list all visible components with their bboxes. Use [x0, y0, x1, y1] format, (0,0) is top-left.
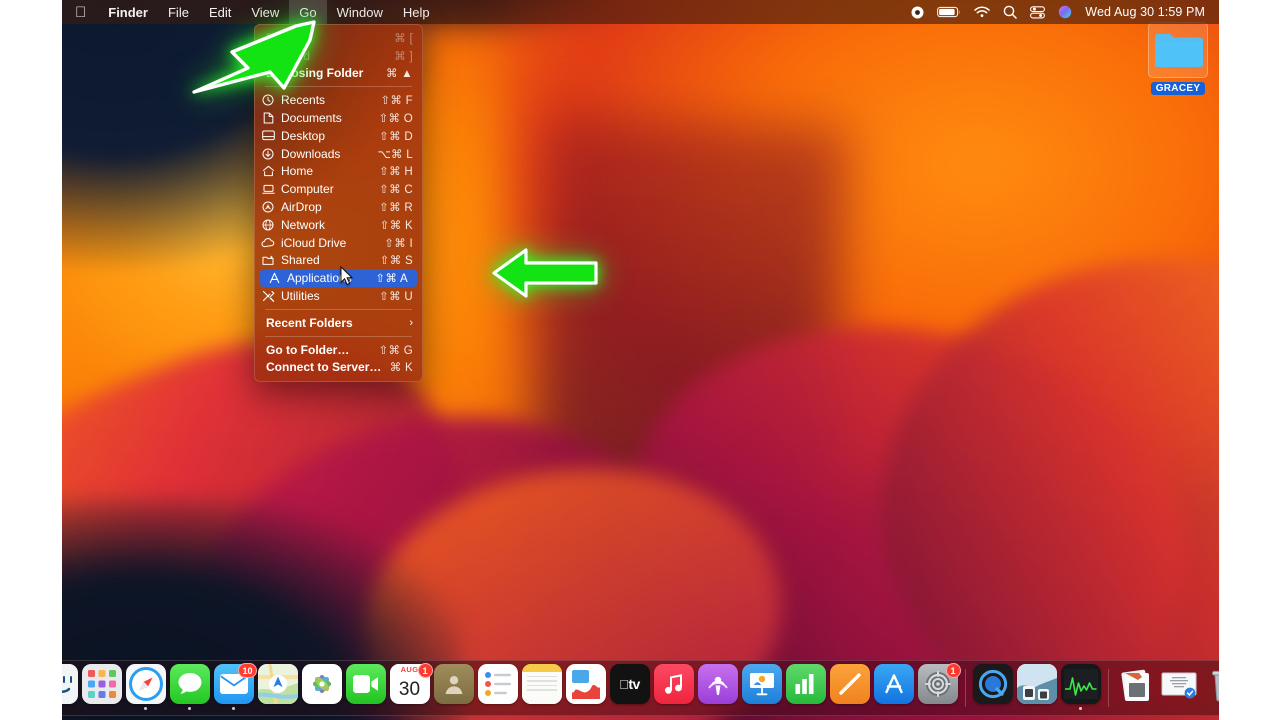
wifi-icon[interactable]: [974, 6, 991, 18]
menu-item-desktop[interactable]: Desktop ⇧⌘ D: [255, 127, 422, 145]
menu-window[interactable]: Window: [327, 0, 393, 24]
airdrop-icon: [260, 200, 276, 214]
menu-item-recent-folders[interactable]: Recent Folders ›: [255, 314, 422, 332]
settings-badge: 1: [945, 663, 961, 678]
menu-item-icloud-drive[interactable]: iCloud Drive ⇧⌘ I: [255, 234, 422, 252]
dock-item-numbers[interactable]: [784, 664, 828, 712]
menu-item-computer[interactable]: Computer ⇧⌘ C: [255, 180, 422, 198]
siri-icon[interactable]: [1058, 5, 1072, 19]
menu-item-recents[interactable]: Recents ⇧⌘ F: [255, 91, 422, 109]
desktop-folder-gracey[interactable]: GRACEY: [1140, 22, 1216, 96]
dock-item-image-capture[interactable]: [1015, 664, 1059, 712]
screen:  Finder File Edit View Go Window Help: [0, 0, 1280, 720]
menu-bar:  Finder File Edit View Go Window Help: [62, 0, 1219, 24]
menu-item-utilities[interactable]: Utilities ⇧⌘ U: [255, 287, 422, 305]
menu-item-network[interactable]: Network ⇧⌘ K: [255, 216, 422, 234]
menu-item-forward[interactable]: Forward ⌘ ]: [255, 47, 422, 65]
menu-item-go-to-folder[interactable]: Go to Folder… ⇧⌘ G: [255, 341, 422, 359]
dock-item-contacts[interactable]: [432, 664, 476, 712]
menu-item-home[interactable]: Home ⇧⌘ H: [255, 163, 422, 181]
menu-edit[interactable]: Edit: [199, 0, 241, 24]
menu-help[interactable]: Help: [393, 0, 440, 24]
dock-item-podcasts[interactable]: [696, 664, 740, 712]
menu-view[interactable]: View: [241, 0, 289, 24]
chevron-right-icon: ›: [409, 316, 413, 329]
menu-bar-clock[interactable]: Wed Aug 30 1:59 PM: [1085, 5, 1205, 19]
menu-bar-items:  Finder File Edit View Go Window Help: [62, 0, 440, 24]
search-icon[interactable]: [1003, 5, 1018, 19]
dock-item-quicktime[interactable]: [971, 664, 1015, 712]
menu-item-connect-to-server[interactable]: Connect to Server… ⌘ K: [255, 359, 422, 377]
menu-separator: [265, 86, 412, 88]
menu-item-applications[interactable]: Applications ⇧⌘ A: [260, 269, 417, 288]
folder-label: GRACEY: [1150, 82, 1206, 95]
dock-item-document-stack[interactable]: [1158, 664, 1202, 712]
applications-icon: [266, 271, 282, 285]
dock-separator: [1107, 669, 1109, 707]
document-icon: [260, 111, 276, 125]
dock-item-downloads-stack[interactable]: [1114, 664, 1158, 712]
utilities-icon: [260, 289, 276, 303]
apple-logo-icon[interactable]: : [62, 0, 98, 24]
computer-icon: [260, 182, 276, 196]
dock-item-maps[interactable]: [256, 664, 300, 712]
calendar-badge: 1: [417, 663, 433, 678]
dock-item-pages[interactable]: [828, 664, 872, 712]
menu-item-back[interactable]: Back ⌘ [: [255, 29, 422, 47]
menu-bar-status: Wed Aug 30 1:59 PM: [911, 5, 1219, 19]
dock-item-app-store[interactable]: [872, 664, 916, 712]
menu-go[interactable]: Go: [289, 0, 327, 24]
dock-separator: [964, 669, 966, 707]
calendar-day: 30: [398, 679, 421, 700]
dock-item-launchpad[interactable]: [80, 664, 124, 712]
menu-file[interactable]: File: [158, 0, 199, 24]
desktop-icon: [260, 129, 276, 143]
dock-item-safari[interactable]: [124, 664, 168, 712]
wallpaper: [62, 0, 1219, 720]
dock-item-messages[interactable]: [168, 664, 212, 712]
dock-item-system-settings[interactable]: 1: [916, 663, 961, 712]
dock-item-freeform[interactable]: [564, 664, 608, 712]
cloud-icon: [260, 236, 276, 250]
dock-item-calendar[interactable]: AUG 30 1: [388, 663, 433, 712]
menu-item-downloads[interactable]: Downloads ⌥⌘ L: [255, 145, 422, 163]
battery-icon[interactable]: [937, 6, 961, 18]
dock-item-notes[interactable]: [520, 664, 564, 712]
menu-item-documents[interactable]: Documents ⇧⌘ O: [255, 109, 422, 127]
dock-item-photos[interactable]: [300, 664, 344, 712]
menu-finder[interactable]: Finder: [98, 0, 158, 24]
download-icon: [260, 147, 276, 161]
dock-item-mail[interactable]: 10: [212, 663, 257, 712]
dock-item-finder[interactable]: [62, 664, 80, 712]
screen-recording-icon[interactable]: [911, 6, 924, 19]
dock-item-music[interactable]: [652, 664, 696, 712]
dock[interactable]: 10 AUG 30 1 tv 1: [62, 660, 1219, 716]
menu-item-enclosing-folder[interactable]: Enclosing Folder ⌘ ▲: [255, 65, 422, 83]
dock-item-keynote[interactable]: [740, 664, 784, 712]
clock-icon: [260, 93, 276, 107]
menu-item-shared[interactable]: Shared ⇧⌘ S: [255, 252, 422, 270]
home-icon: [260, 164, 276, 178]
dock-item-trash[interactable]: [1202, 664, 1219, 712]
dock-item-activity-monitor[interactable]: [1059, 664, 1103, 712]
dock-item-tv[interactable]: tv: [608, 664, 652, 712]
dock-item-facetime[interactable]: [344, 664, 388, 712]
menu-separator: [265, 335, 412, 337]
mouse-cursor: [340, 266, 353, 286]
folder-icon: [1148, 22, 1208, 78]
go-dropdown-menu[interactable]: Back ⌘ [ Forward ⌘ ] Enclosing Folder ⌘ …: [254, 24, 423, 383]
desktop[interactable]:  Finder File Edit View Go Window Help: [62, 0, 1219, 720]
dock-item-reminders[interactable]: [476, 664, 520, 712]
menu-item-airdrop[interactable]: AirDrop ⇧⌘ R: [255, 198, 422, 216]
menu-separator: [265, 308, 412, 310]
globe-icon: [260, 218, 276, 232]
shared-folder-icon: [260, 253, 276, 267]
mail-badge: 10: [238, 663, 257, 678]
control-center-icon[interactable]: [1030, 5, 1046, 19]
